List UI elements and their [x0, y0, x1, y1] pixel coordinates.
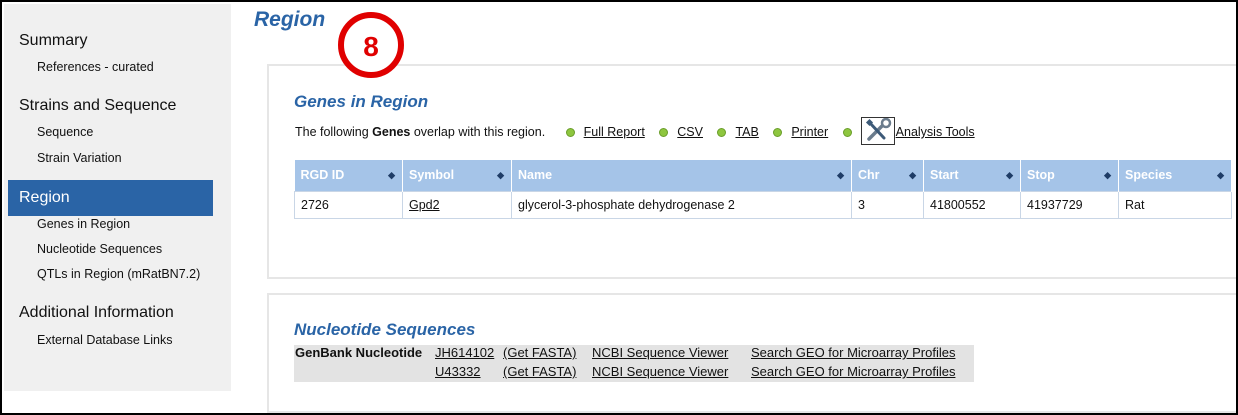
bullet-icon	[565, 127, 575, 137]
cell-rgd-id: 2726	[294, 190, 403, 219]
column-header-label: Species	[1125, 168, 1173, 183]
column-header-label: RGD ID	[300, 168, 345, 183]
printer-link[interactable]: Printer	[791, 125, 828, 139]
sidebar-item-region-label: Region	[19, 189, 70, 206]
column-header-species[interactable]: Species ◆	[1118, 160, 1232, 191]
table-row: 2726 Gpd2 glycerol-3-phosphate dehydroge…	[294, 190, 1232, 219]
wrench-screwdriver-icon[interactable]	[860, 116, 895, 145]
sort-icon: ◆	[1217, 170, 1224, 180]
cell-name: glycerol-3-phosphate dehydrogenase 2	[511, 190, 852, 219]
column-header-label: Start	[930, 168, 959, 183]
sidebar-subitem-references[interactable]: References - curated	[37, 60, 154, 74]
cell-symbol: Gpd2	[402, 190, 512, 219]
accession-link[interactable]: JH614102	[435, 345, 494, 360]
column-header-label: Chr	[858, 168, 880, 183]
genes-table: RGD ID ◆ Symbol ◆ Name ◆ Chr ◆ Start ◆ Stop ◆ …	[294, 160, 1232, 219]
page-frame: Summary References - curated Strains and…	[0, 0, 1238, 415]
sidebar-item-region[interactable]: Region	[8, 180, 213, 216]
sort-icon: ◆	[837, 170, 844, 180]
full-report-link[interactable]: Full Report	[584, 125, 645, 139]
column-header-start[interactable]: Start ◆	[923, 160, 1021, 191]
nucleotide-row: GenBank Nucleotide	[295, 345, 422, 360]
sidebar-item-additional-information[interactable]: Additional Information	[19, 304, 174, 322]
ncbi-viewer-link[interactable]: NCBI Sequence Viewer	[592, 364, 728, 379]
column-header-stop[interactable]: Stop ◆	[1020, 160, 1119, 191]
sidebar-subitem-strain-variation[interactable]: Strain Variation	[37, 151, 122, 165]
column-header-label: Name	[518, 168, 553, 183]
nucleotide-row: JH614102	[435, 345, 494, 360]
cell-chr: 3	[851, 190, 924, 219]
sort-icon: ◆	[909, 170, 916, 180]
sort-icon: ◆	[388, 170, 395, 180]
nucleotide-row: Search GEO for Microarray Profiles	[751, 364, 955, 379]
bullet-icon	[717, 127, 727, 137]
tab-link[interactable]: TAB	[735, 125, 758, 139]
sidebar-item-strains-and-sequence[interactable]: Strains and Sequence	[19, 97, 176, 115]
callout-number: 8	[363, 31, 379, 62]
nucleotide-row: (Get FASTA)	[503, 364, 576, 379]
column-header-label: Stop	[1027, 168, 1055, 183]
sort-icon: ◆	[1006, 170, 1013, 180]
column-header-label: Symbol	[409, 168, 455, 183]
csv-link[interactable]: CSV	[677, 125, 703, 139]
bullet-icon	[773, 127, 783, 137]
column-header-chr[interactable]: Chr ◆	[851, 160, 924, 191]
column-header-name[interactable]: Name ◆	[511, 160, 852, 191]
sidebar: Summary References - curated Strains and…	[4, 4, 231, 391]
genes-intro: The following Genes overlap with this re…	[295, 116, 975, 145]
intro-bold: Genes	[372, 125, 411, 139]
analysis-tools-link[interactable]: Analysis Tools	[896, 125, 975, 139]
nucleotide-row: Search GEO for Microarray Profiles	[751, 345, 955, 360]
column-header-symbol[interactable]: Symbol ◆	[402, 160, 512, 191]
sort-icon: ◆	[497, 170, 504, 180]
bullet-icon	[842, 127, 852, 137]
genes-section-title: Genes in Region	[294, 92, 429, 111]
intro-suffix: overlap with this region.	[413, 125, 546, 139]
sidebar-item-summary[interactable]: Summary	[19, 32, 87, 50]
get-fasta-link[interactable]: (Get FASTA)	[503, 345, 576, 360]
table-header-row: RGD ID ◆ Symbol ◆ Name ◆ Chr ◆ Start ◆ Stop ◆ …	[294, 160, 1232, 191]
sidebar-subitem-qtls-in-region[interactable]: QTLs in Region (mRatBN7.2)	[37, 267, 200, 281]
get-fasta-link[interactable]: (Get FASTA)	[503, 364, 576, 379]
page-title: Region	[254, 8, 326, 31]
cell-stop: 41937729	[1020, 190, 1119, 219]
sidebar-subitem-genes-in-region[interactable]: Genes in Region	[37, 217, 130, 231]
nucleotide-row: NCBI Sequence Viewer	[592, 364, 728, 379]
geo-search-link[interactable]: Search GEO for Microarray Profiles	[751, 364, 955, 379]
bullet-icon	[659, 127, 669, 137]
cell-start: 41800552	[923, 190, 1021, 219]
geo-search-link[interactable]: Search GEO for Microarray Profiles	[751, 345, 955, 360]
sidebar-subitem-nucleotide-sequences[interactable]: Nucleotide Sequences	[37, 242, 162, 256]
nucleotide-row: U43332	[435, 364, 481, 379]
sort-icon: ◆	[1104, 170, 1111, 180]
sidebar-subitem-sequence[interactable]: Sequence	[37, 125, 93, 139]
genbank-label: GenBank Nucleotide	[295, 345, 423, 360]
ncbi-viewer-link[interactable]: NCBI Sequence Viewer	[592, 345, 728, 360]
callout-badge: 8	[338, 12, 404, 78]
nucleotide-row: (Get FASTA)	[503, 345, 576, 360]
column-header-rgd-id[interactable]: RGD ID ◆	[294, 160, 403, 191]
gene-symbol-link[interactable]: Gpd2	[409, 198, 440, 212]
nucleotide-row: NCBI Sequence Viewer	[592, 345, 728, 360]
cell-species: Rat	[1118, 190, 1232, 219]
sidebar-subitem-external-database-links[interactable]: External Database Links	[37, 333, 173, 347]
accession-link[interactable]: U43332	[435, 364, 481, 379]
nucleotide-section-title: Nucleotide Sequences	[294, 320, 476, 339]
intro-prefix: The following	[295, 125, 369, 139]
